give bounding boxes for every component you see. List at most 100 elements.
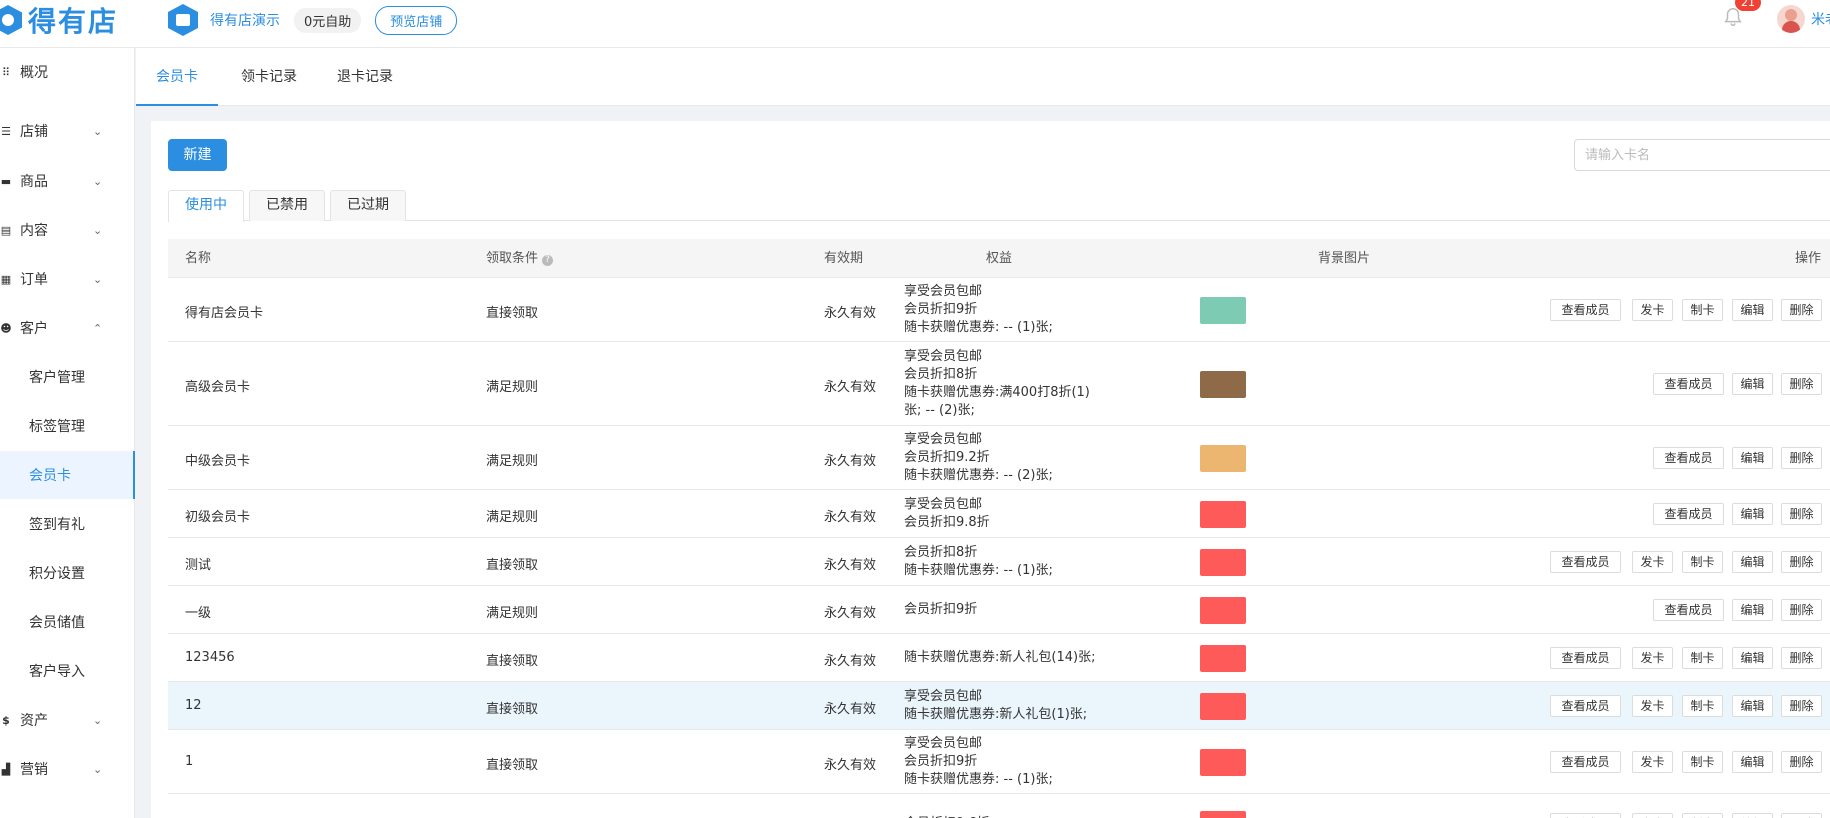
- card-rights: 享受会员包邮 会员折扣9折 随卡获赠优惠券: -- (1)张;: [904, 283, 1053, 337]
- sidebar-sub-member-stored-value[interactable]: 会员储值: [0, 598, 135, 646]
- make-card-button[interactable]: 制卡: [1682, 551, 1723, 573]
- view-members-button[interactable]: 查看成员: [1653, 373, 1724, 395]
- new-card-button[interactable]: 新建: [168, 139, 227, 171]
- delete-button[interactable]: 删除: [1781, 647, 1822, 669]
- view-members-button[interactable]: 查看成员: [1653, 503, 1724, 525]
- card-rights-line: 享受会员包邮: [904, 497, 983, 512]
- notification-badge: 21: [1735, 0, 1761, 11]
- card-rights-line: 享受会员包邮: [904, 432, 983, 447]
- card-rights: 享受会员包邮 会员折扣9.2折 随卡获赠优惠券: -- (2)张;: [904, 431, 1053, 485]
- edit-button[interactable]: 编辑: [1732, 751, 1773, 773]
- make-card-button[interactable]: 制卡: [1682, 647, 1723, 669]
- sidebar-item-label: 客户: [20, 321, 48, 337]
- delete-button[interactable]: 删除: [1781, 447, 1822, 469]
- logo-icon: [0, 5, 22, 35]
- avatar[interactable]: [1777, 5, 1805, 33]
- tab-claim-records[interactable]: 领卡记录: [236, 48, 302, 106]
- status-tab-expired[interactable]: 已过期: [330, 190, 406, 221]
- edit-button[interactable]: 编辑: [1732, 695, 1773, 717]
- card-rights-line: 张; -- (2)张;: [904, 403, 975, 418]
- edit-button[interactable]: 编辑: [1732, 373, 1773, 395]
- view-members-button[interactable]: 查看成员: [1550, 695, 1621, 717]
- main-panel: 新建 使用中 已禁用 已过期 名称 领取条件? 有效期 权益 背景图片 操作 得…: [151, 121, 1830, 818]
- view-members-button[interactable]: 查看成员: [1550, 813, 1621, 818]
- sidebar-sub-customer-import[interactable]: 客户导入: [0, 647, 135, 695]
- make-card-button[interactable]: 制卡: [1682, 695, 1723, 717]
- issue-card-button[interactable]: 发卡: [1632, 551, 1673, 573]
- edit-button[interactable]: 编辑: [1732, 447, 1773, 469]
- status-tab-active[interactable]: 使用中: [168, 190, 244, 222]
- table-row: 中级会员卡 满足规则 永久有效 享受会员包邮 会员折扣9.2折 随卡获赠优惠券: -- (…: [168, 426, 1830, 490]
- sidebar-sub-tag-management[interactable]: 标签管理: [0, 402, 135, 450]
- delete-button[interactable]: 删除: [1781, 503, 1822, 525]
- sidebar-item-orders[interactable]: ▦ 订单 ⌄: [0, 255, 135, 303]
- sidebar-item-store[interactable]: ☰ 店铺 ⌄: [0, 107, 135, 155]
- header-validity: 有效期: [824, 251, 864, 266]
- card-rights: 享受会员包邮 会员折扣9折 随卡获赠优惠券: -- (1)张;: [904, 735, 1053, 789]
- card-rights-line: 随卡获赠优惠券: -- (1)张;: [904, 563, 1053, 578]
- edit-button[interactable]: 编辑: [1732, 813, 1773, 818]
- delete-button[interactable]: 删除: [1781, 813, 1822, 818]
- view-members-button[interactable]: 查看成员: [1653, 447, 1724, 469]
- delete-button[interactable]: 删除: [1781, 695, 1822, 717]
- sidebar-item-customers[interactable]: ☻ 客户 ⌃: [0, 304, 135, 352]
- sidebar-item-marketing[interactable]: ▟ 营销 ⌄: [0, 745, 135, 793]
- issue-card-button[interactable]: 发卡: [1632, 695, 1673, 717]
- issue-card-button[interactable]: 发卡: [1632, 299, 1673, 321]
- make-card-button[interactable]: 制卡: [1682, 751, 1723, 773]
- issue-card-button[interactable]: 发卡: [1632, 813, 1673, 818]
- delete-button[interactable]: 删除: [1781, 551, 1822, 573]
- sidebar-item-products[interactable]: ▬ 商品 ⌄: [0, 157, 135, 205]
- edit-button[interactable]: 编辑: [1732, 599, 1773, 621]
- make-card-button[interactable]: 制卡: [1682, 813, 1723, 818]
- status-tab-disabled[interactable]: 已禁用: [249, 190, 325, 221]
- edit-button[interactable]: 编辑: [1732, 551, 1773, 573]
- shop-name[interactable]: 得有店演示: [210, 10, 280, 30]
- view-members-button[interactable]: 查看成员: [1550, 551, 1621, 573]
- app-logo[interactable]: 得有店: [0, 4, 118, 38]
- sidebar-item-content[interactable]: ▤ 内容 ⌄: [0, 206, 135, 254]
- sidebar-sub-checkin-gift[interactable]: 签到有礼: [0, 500, 135, 548]
- issue-card-button[interactable]: 发卡: [1632, 647, 1673, 669]
- chevron-down-icon: ⌄: [93, 124, 103, 138]
- sidebar-item-overview[interactable]: ⠿ 概况: [0, 48, 135, 96]
- card-validity: 永久有效: [824, 758, 877, 773]
- card-name: 得有店会员卡: [185, 306, 264, 321]
- card-condition: 满足规则: [486, 454, 539, 469]
- delete-button[interactable]: 删除: [1781, 373, 1822, 395]
- view-members-button[interactable]: 查看成员: [1550, 751, 1621, 773]
- card-condition: 直接领取: [486, 758, 539, 773]
- card-background-swatch: [1200, 749, 1246, 776]
- view-members-button[interactable]: 查看成员: [1653, 599, 1724, 621]
- preview-shop-button[interactable]: 预览店铺: [375, 5, 458, 35]
- issue-card-button[interactable]: 发卡: [1632, 751, 1673, 773]
- search-input[interactable]: [1574, 139, 1830, 171]
- sidebar-item-assets[interactable]: $ 资产 ⌄: [0, 696, 135, 744]
- card-background-swatch: [1200, 371, 1246, 398]
- tab-return-records[interactable]: 退卡记录: [332, 48, 398, 106]
- delete-button[interactable]: 删除: [1781, 599, 1822, 621]
- delete-button[interactable]: 删除: [1781, 751, 1822, 773]
- edit-button[interactable]: 编辑: [1732, 299, 1773, 321]
- edit-button[interactable]: 编辑: [1732, 503, 1773, 525]
- username[interactable]: 米老: [1811, 9, 1830, 29]
- table-header: 名称 领取条件? 有效期 权益 背景图片 操作: [168, 239, 1830, 278]
- table-row: 充800送200付费购买永久有效会员折扣9.6折查看成员发卡制卡编辑删除: [168, 794, 1830, 818]
- sidebar-sub-member-card[interactable]: 会员卡: [0, 451, 135, 499]
- table-row: 一级 满足规则 永久有效 会员折扣9折 查看成员 编辑 删除: [168, 586, 1830, 634]
- view-members-button[interactable]: 查看成员: [1550, 299, 1621, 321]
- tab-member-card[interactable]: 会员卡: [136, 48, 218, 106]
- header-name: 名称: [185, 251, 212, 266]
- edit-button[interactable]: 编辑: [1732, 647, 1773, 669]
- sidebar-sub-customer-management[interactable]: 客户管理: [0, 353, 135, 401]
- view-members-button[interactable]: 查看成员: [1550, 647, 1621, 669]
- card-validity: 永久有效: [824, 606, 877, 621]
- delete-button[interactable]: 删除: [1781, 299, 1822, 321]
- make-card-button[interactable]: 制卡: [1682, 299, 1723, 321]
- table-row: 得有店会员卡 直接领取 永久有效 享受会员包邮 会员折扣9折 随卡获赠优惠券: -- (1…: [168, 278, 1830, 342]
- sidebar-sub-points-settings[interactable]: 积分设置: [0, 549, 135, 597]
- help-icon[interactable]: ?: [542, 255, 554, 266]
- header-condition: 领取条件?: [486, 239, 554, 278]
- sidebar-item-label: 店铺: [20, 124, 48, 140]
- table-row: 测试 直接领取 永久有效 会员折扣8折 随卡获赠优惠券: -- (1)张; 查看成员 发卡制…: [168, 538, 1830, 586]
